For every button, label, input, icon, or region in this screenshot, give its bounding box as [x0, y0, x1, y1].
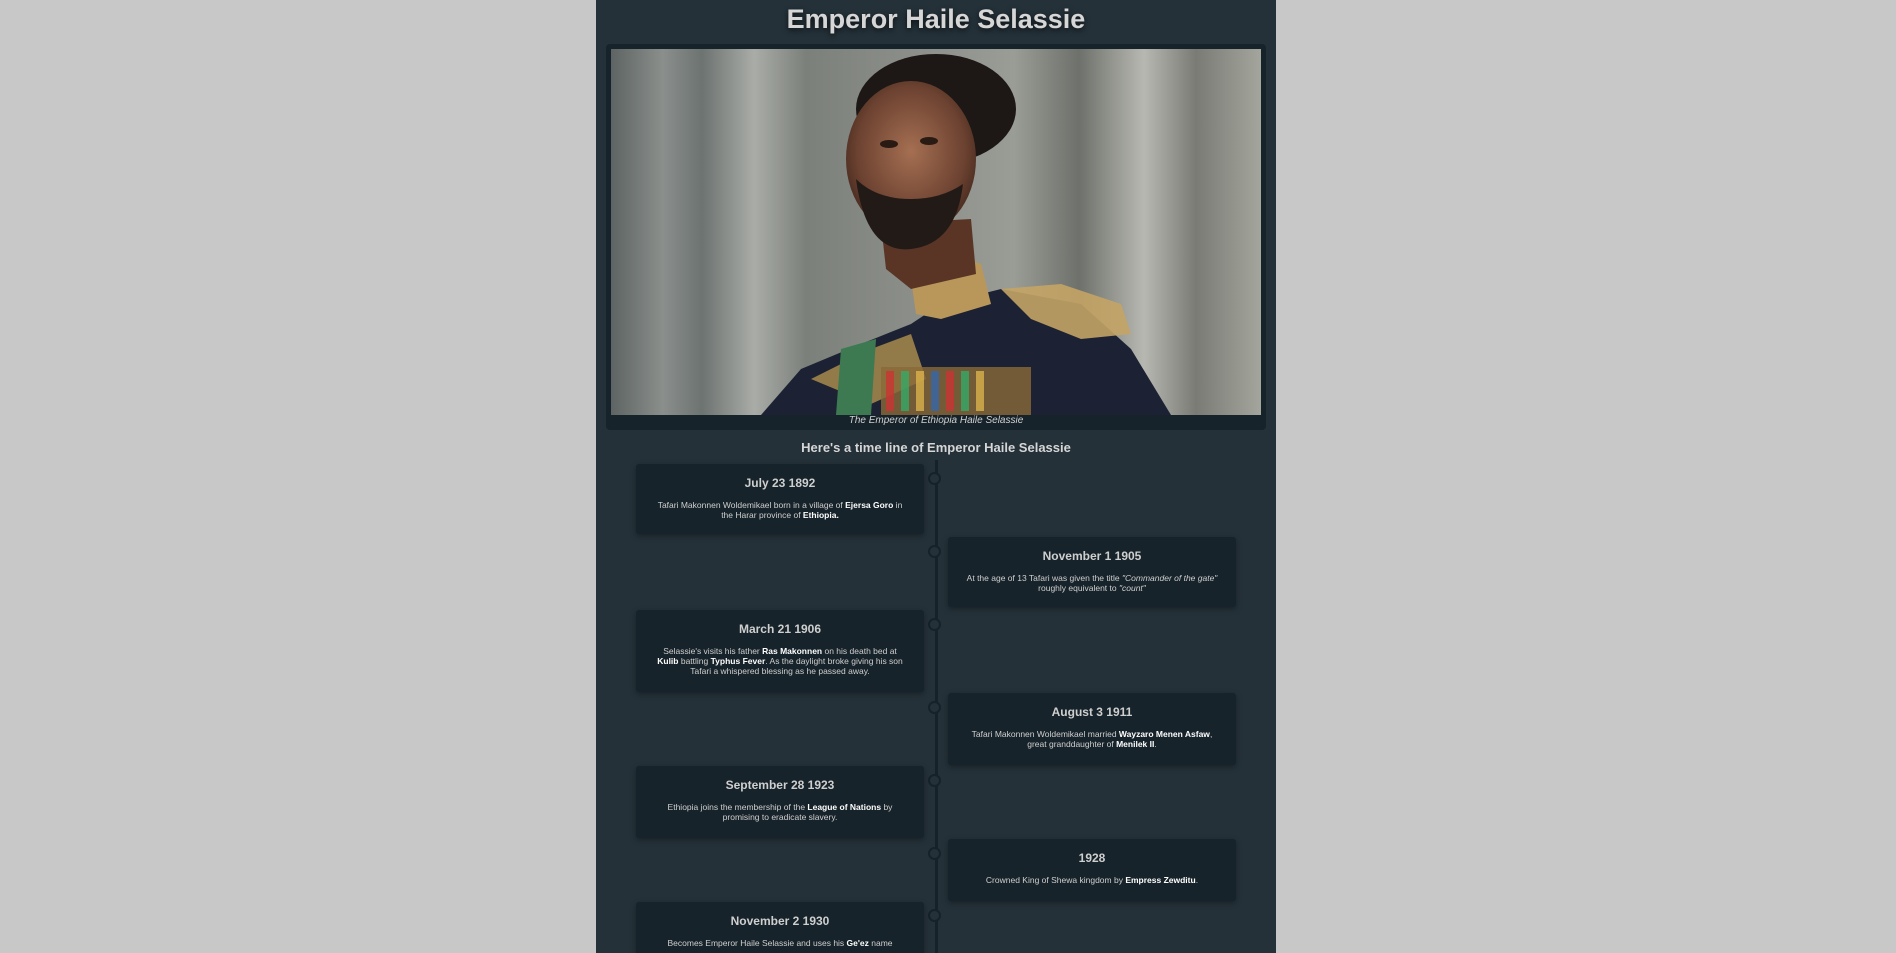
timeline-dot	[928, 847, 941, 860]
timeline-text: At the age of 13 Tafari was given the ti…	[966, 573, 1218, 593]
timeline-card-1905: November 1 1905 At the age of 13 Tafari …	[948, 537, 1236, 607]
timeline-card-1923: September 28 1923 Ethiopia joins the mem…	[636, 766, 924, 838]
timeline-text: Selassie's visits his father Ras Makonne…	[657, 646, 903, 676]
timeline-card-1930: November 2 1930 Becomes Emperor Haile Se…	[636, 902, 924, 953]
timeline-date: November 2 1930	[730, 914, 830, 928]
timeline-card-1906: March 21 1906 Selassie's visits his fath…	[636, 610, 924, 692]
timeline-date: August 3 1911	[1051, 705, 1133, 719]
portrait-photo	[611, 49, 1261, 415]
portrait-figure: The Emperor of Ethiopia Haile Selassie	[606, 44, 1266, 430]
timeline-date: September 28 1923	[725, 778, 835, 792]
portrait-image	[761, 54, 1171, 415]
timeline-dot	[928, 909, 941, 922]
timeline-card-1892: July 23 1892 Tafari Makonnen Woldemikael…	[636, 464, 924, 534]
timeline-dot	[928, 472, 941, 485]
timeline-text: Becomes Emperor Haile Selassie and uses …	[667, 938, 893, 948]
portrait-caption: The Emperor of Ethiopia Haile Selassie	[848, 415, 1024, 426]
timeline-text: Ethiopia joins the membership of the Lea…	[667, 802, 893, 822]
timeline-card-1928: 1928 Crowned King of Shewa kingdom by Em…	[948, 839, 1236, 901]
timeline-heading: Here's a time line of Emperor Haile Sela…	[801, 440, 1071, 455]
timeline-card-1911: August 3 1911 Tafari Makonnen Woldemikae…	[948, 693, 1236, 765]
timeline-date: March 21 1906	[738, 622, 822, 636]
timeline-date: 1928	[1078, 851, 1106, 865]
page-title: Emperor Haile Selassie	[786, 4, 1086, 34]
timeline-dot	[928, 545, 941, 558]
timeline-text: Crowned King of Shewa kingdom by Empress…	[985, 875, 1199, 885]
page-container: Emperor Haile Selassie The Emperor of Et…	[596, 0, 1276, 953]
timeline-text: Tafari Makonnen Woldemikael born in a vi…	[657, 500, 903, 520]
timeline-date: November 1 1905	[1042, 549, 1142, 563]
timeline-dot	[928, 774, 941, 787]
timeline-text: Tafari Makonnen Woldemikael married Wayz…	[971, 729, 1213, 749]
timeline-dot	[928, 618, 941, 631]
timeline-dot	[928, 701, 941, 714]
timeline-date: July 23 1892	[744, 476, 816, 490]
